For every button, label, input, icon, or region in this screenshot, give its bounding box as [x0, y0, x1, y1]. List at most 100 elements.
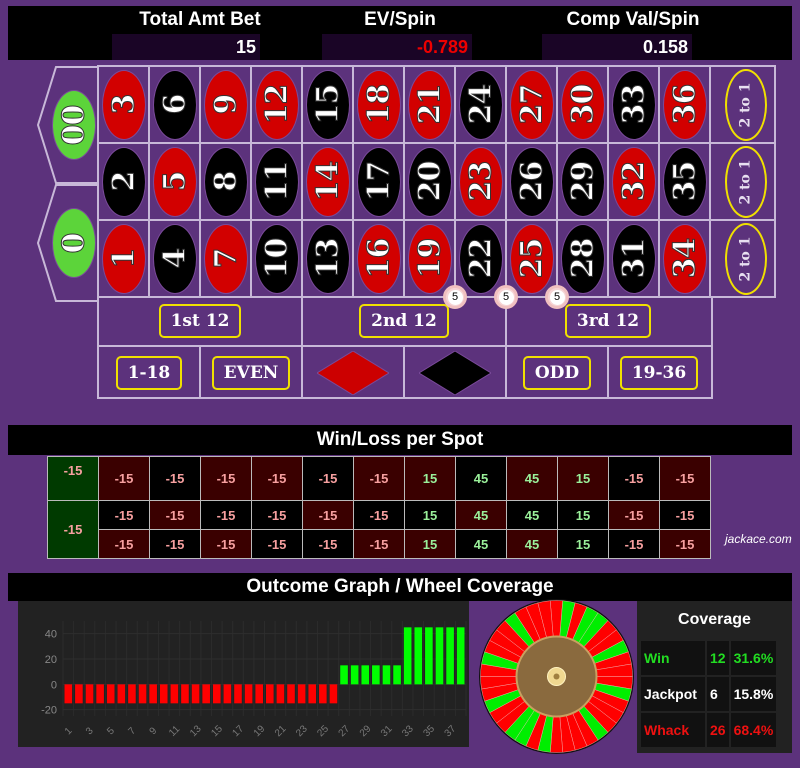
coverage-pct: 31.6% [730, 641, 777, 675]
x-tick-label: 11 [167, 723, 182, 738]
number-9[interactable]: 9 [200, 66, 251, 143]
number-23[interactable]: 23 [455, 143, 506, 220]
winloss-cell-00: -15 [47, 456, 99, 501]
dozen-label: 2nd 12 [359, 304, 449, 338]
number-label: 34 [667, 238, 703, 279]
number-36[interactable]: 36 [659, 66, 710, 143]
number-4[interactable]: 4 [149, 220, 200, 297]
number-10[interactable]: 10 [251, 220, 302, 297]
column-bet-1[interactable]: 2 to 1 [720, 66, 771, 143]
number-5[interactable]: 5 [149, 143, 200, 220]
bar-34 [414, 627, 423, 685]
number-label: 30 [565, 84, 601, 125]
number-8[interactable]: 8 [200, 143, 251, 220]
number-18[interactable]: 18 [353, 66, 404, 143]
number-oval: 34 [662, 223, 707, 294]
number-7[interactable]: 7 [200, 220, 251, 297]
number-oval: 0 [51, 208, 96, 278]
number-3[interactable]: 3 [98, 66, 149, 143]
number-33[interactable]: 33 [608, 66, 659, 143]
bar-33 [403, 627, 412, 685]
dozen-bet-2[interactable]: 2nd 12 [302, 297, 506, 345]
number-14[interactable]: 14 [302, 143, 353, 220]
column-bet-3[interactable]: 2 to 1 [720, 220, 771, 297]
number-13[interactable]: 13 [302, 220, 353, 297]
bar-32 [393, 665, 401, 685]
number-26[interactable]: 26 [506, 143, 557, 220]
number-6[interactable]: 6 [149, 66, 200, 143]
even-money-bet-1-18[interactable]: 1-18 [98, 347, 200, 399]
number-oval: 15 [305, 69, 350, 140]
winloss-cell: 45 [455, 529, 507, 559]
zero-0[interactable]: 0 [48, 204, 99, 282]
winloss-cell: -15 [251, 529, 303, 559]
x-tick-label: 9 [148, 725, 160, 737]
number-24[interactable]: 24 [455, 66, 506, 143]
winloss-row: -15 -15 -15 -15 -15 -15 -15 15 45 45 15 -15 -15 [47, 500, 711, 559]
winloss-cell: -15 [149, 500, 201, 530]
bar-23 [297, 684, 306, 704]
number-15[interactable]: 15 [302, 66, 353, 143]
winloss-cell: -15 [302, 456, 354, 501]
x-tick-label: 5 [105, 725, 117, 737]
roulette-table: 00 0 3 6 9 12 15 18 21 24 27 30 33 36 2 to 1 2 5 8 11 14 17 2… [0, 65, 800, 400]
number-27[interactable]: 27 [506, 66, 557, 143]
number-1[interactable]: 1 [98, 220, 149, 297]
number-25[interactable]: 25 [506, 220, 557, 297]
winloss-cell: -15 [659, 500, 711, 530]
even-money-bet-even[interactable]: EVEN [200, 347, 302, 399]
number-19[interactable]: 19 [404, 220, 455, 297]
number-30[interactable]: 30 [557, 66, 608, 143]
number-label: 29 [565, 161, 601, 202]
dozen-bet-1[interactable]: 1st 12 [98, 297, 302, 345]
even-money-bet-odd[interactable]: ODD [506, 347, 608, 399]
x-tick-label: 23 [294, 723, 310, 739]
wheel-spindle-center [553, 673, 560, 680]
number-28[interactable]: 28 [557, 220, 608, 297]
number-16[interactable]: 16 [353, 220, 404, 297]
number-oval: 17 [356, 146, 401, 217]
coverage-row-win: Win 12 31.6% [641, 641, 777, 675]
number-12[interactable]: 12 [251, 66, 302, 143]
number-34[interactable]: 34 [659, 220, 710, 297]
number-2[interactable]: 2 [98, 143, 149, 220]
grid-line [774, 65, 776, 298]
number-oval: 28 [560, 223, 605, 294]
number-label: 18 [361, 84, 397, 125]
bet-chip[interactable]: 5 [494, 285, 518, 309]
bet-chip[interactable]: 5 [443, 285, 467, 309]
number-11[interactable]: 11 [251, 143, 302, 220]
bar-1 [64, 684, 73, 704]
column-bet-2[interactable]: 2 to 1 [720, 143, 771, 220]
bar-25 [319, 684, 327, 704]
column-bet-ring: 2 to 1 [724, 145, 767, 218]
zero-00[interactable]: 00 [48, 86, 99, 164]
grid-line [403, 65, 405, 298]
red-bet[interactable] [302, 347, 404, 399]
number-31[interactable]: 31 [608, 220, 659, 297]
brand-link[interactable]: jackace.com [725, 532, 792, 546]
number-20[interactable]: 20 [404, 143, 455, 220]
number-32[interactable]: 32 [608, 143, 659, 220]
number-17[interactable]: 17 [353, 143, 404, 220]
number-oval: 4 [152, 223, 197, 294]
number-29[interactable]: 29 [557, 143, 608, 220]
bar-21 [276, 684, 285, 704]
number-oval: 8 [203, 146, 248, 217]
winloss-cell: -15 [149, 456, 201, 501]
number-35[interactable]: 35 [659, 143, 710, 220]
x-tick-label: 35 [421, 723, 437, 739]
dozen-bet-3[interactable]: 3rd 12 [506, 297, 710, 345]
bar-38 [456, 627, 465, 685]
grid-line [352, 65, 354, 298]
black-bet[interactable] [404, 347, 506, 399]
number-oval: 3 [101, 69, 146, 140]
even-money-bet-19-36[interactable]: 19-36 [608, 347, 710, 399]
number-oval: 31 [611, 223, 656, 294]
bet-chip[interactable]: 5 [545, 285, 569, 309]
number-label: 28 [565, 238, 601, 279]
number-21[interactable]: 21 [404, 66, 455, 143]
number-oval: 29 [560, 146, 605, 217]
number-label: 12 [259, 84, 295, 125]
number-22[interactable]: 22 [455, 220, 506, 297]
